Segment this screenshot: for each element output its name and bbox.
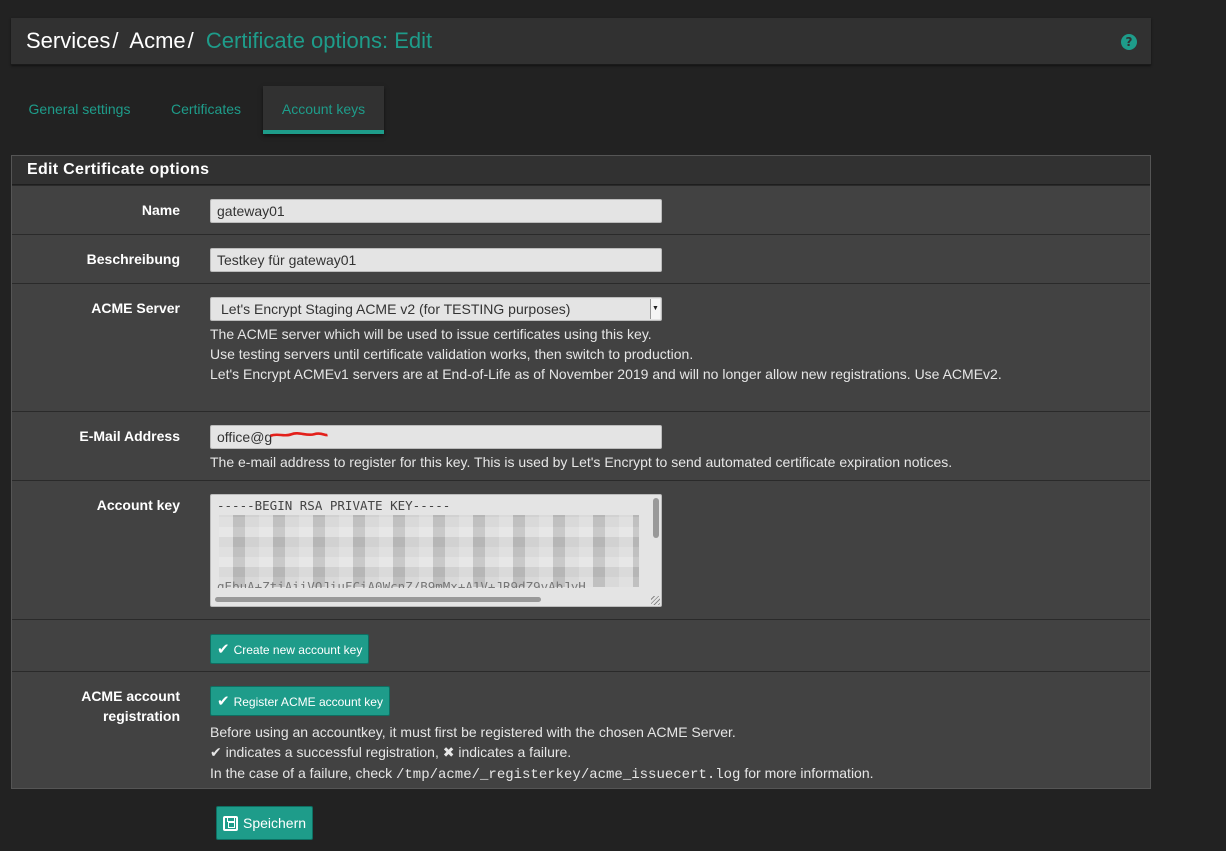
help-icon[interactable]: ?: [1121, 34, 1137, 50]
description-label: Beschreibung: [86, 251, 180, 267]
create-account-key-label: Create new account key: [233, 643, 363, 657]
help-3-prefix: In the case of a failure, check: [210, 765, 393, 781]
acme-server-help-2: Use testing servers until certificate va…: [210, 346, 694, 362]
floppy-disk-icon: [223, 816, 238, 831]
breadcrumb-separator: /: [112, 28, 119, 53]
failure-text: indicates a failure.: [458, 744, 572, 760]
cross-icon: ✖: [442, 745, 455, 761]
log-path: /tmp/acme/_registerkey/acme_issuecert.lo…: [396, 767, 741, 783]
redaction-mark: [270, 432, 328, 438]
success-text: indicates a successful registration,: [225, 744, 439, 760]
resize-grip-icon[interactable]: [651, 596, 660, 605]
name-input[interactable]: gateway01: [210, 199, 662, 223]
email-label: E-Mail Address: [79, 428, 180, 444]
registration-help-2: ✔ indicates a successful registration, ✖…: [210, 742, 874, 763]
register-account-key-button[interactable]: ✔ Register ACME account key: [210, 686, 390, 716]
email-input[interactable]: office@g: [210, 425, 662, 449]
registration-help-3: In the case of a failure, check /tmp/acm…: [210, 763, 874, 785]
check-icon: ✔: [210, 745, 222, 761]
account-key-label: Account key: [96, 497, 180, 513]
description-input[interactable]: Testkey für gateway01: [210, 248, 662, 272]
row-email: E-Mail Address office@g The e-mail addre…: [12, 411, 1150, 480]
acme-server-select[interactable]: Let's Encrypt Staging ACME v2 (for TESTI…: [210, 297, 662, 321]
row-name: Name gateway01: [12, 185, 1150, 234]
register-account-key-label: Register ACME account key: [233, 695, 383, 709]
breadcrumb: Services/ Acme/ Certificate options: Edi…: [26, 28, 432, 54]
name-label: Name: [141, 202, 180, 218]
check-icon: ✔: [217, 692, 230, 710]
account-key-first-line: -----BEGIN RSA PRIVATE KEY-----: [217, 498, 451, 513]
redacted-key-content: [219, 515, 639, 587]
acme-server-help-3: Let's Encrypt ACMEv1 servers are at End-…: [210, 366, 1002, 382]
breadcrumb-separator: /: [187, 28, 194, 53]
row-create-key: ✔ Create new account key: [12, 619, 1150, 671]
horizontal-scrollbar[interactable]: [215, 597, 541, 602]
tab-general-settings[interactable]: General settings: [11, 86, 148, 134]
row-acme-server: ACME Server Let's Encrypt Staging ACME v…: [12, 283, 1150, 411]
save-button[interactable]: Speichern: [216, 806, 314, 840]
registration-help-1: Before using an accountkey, it must firs…: [210, 724, 736, 740]
account-key-textarea[interactable]: -----BEGIN RSA PRIVATE KEY----- gEbuA+Zt…: [210, 494, 662, 607]
account-key-last-line: gEbuA+ZtiAiiVOJiuFCiA0WcnZ/B9mMx+A1V+JR9…: [217, 579, 586, 594]
tab-account-keys[interactable]: Account keys: [263, 86, 384, 134]
acme-server-label: ACME Server: [91, 300, 180, 316]
vertical-scrollbar[interactable]: [653, 498, 659, 538]
email-help: The e-mail address to register for this …: [210, 454, 953, 470]
acme-server-help-1: The ACME server which will be used to is…: [210, 326, 652, 342]
check-icon: ✔: [217, 640, 230, 658]
registration-label: ACME account registration: [81, 688, 180, 724]
help-3-suffix: for more information.: [744, 765, 874, 781]
row-registration: ACME account registration ✔ Register ACME…: [12, 671, 1150, 789]
edit-panel: Edit Certificate options Name gateway01 …: [11, 155, 1151, 789]
save-label: Speichern: [243, 815, 307, 831]
acme-server-selected: Let's Encrypt Staging ACME v2 (for TESTI…: [221, 301, 571, 317]
breadcrumb-services[interactable]: Services: [26, 28, 110, 53]
tab-certificates[interactable]: Certificates: [157, 86, 255, 134]
create-account-key-button[interactable]: ✔ Create new account key: [210, 634, 370, 664]
page-header: Services/ Acme/ Certificate options: Edi…: [11, 18, 1151, 65]
row-description: Beschreibung Testkey für gateway01: [12, 234, 1150, 283]
panel-title: Edit Certificate options: [12, 156, 1150, 185]
breadcrumb-acme[interactable]: Acme: [129, 28, 185, 53]
chevron-down-icon: ▼: [650, 299, 660, 319]
row-account-key: Account key -----BEGIN RSA PRIVATE KEY--…: [12, 480, 1150, 619]
page-title: Certificate options: Edit: [205, 28, 433, 53]
